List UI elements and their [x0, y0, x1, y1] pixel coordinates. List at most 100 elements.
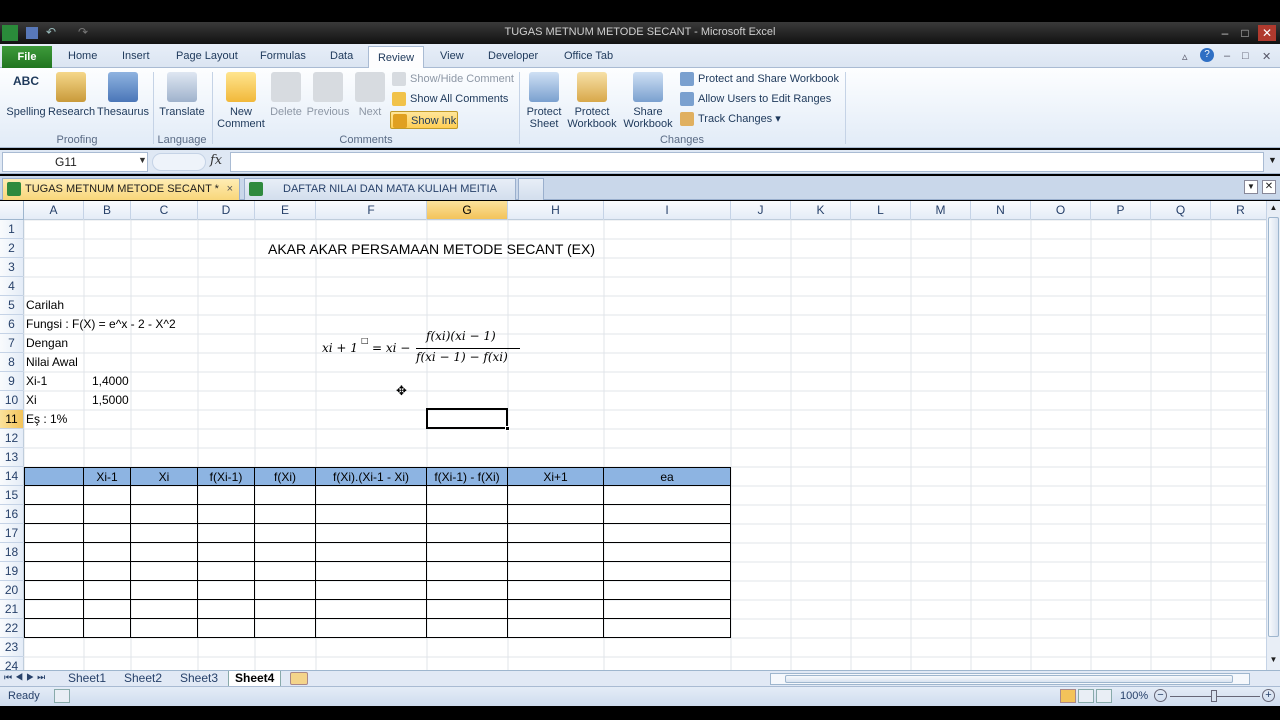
- new-comment-button[interactable]: New Comment: [216, 72, 266, 130]
- help-icon[interactable]: ?: [1200, 48, 1214, 62]
- zoom-slider-thumb[interactable]: [1211, 690, 1217, 702]
- table-cell[interactable]: [508, 505, 604, 524]
- table-cell[interactable]: [131, 600, 198, 619]
- research-button[interactable]: Research: [48, 72, 95, 118]
- tab-developer[interactable]: Developer: [488, 50, 538, 62]
- table-cell[interactable]: [255, 524, 316, 543]
- table-cell[interactable]: [84, 562, 131, 581]
- doc-minimize-icon[interactable]: –: [1224, 50, 1230, 62]
- show-all-comments-button[interactable]: Show All Comments: [390, 90, 508, 108]
- table-header-cell[interactable]: ea: [604, 467, 731, 486]
- scroll-up-icon[interactable]: ▲: [1268, 203, 1279, 215]
- table-cell[interactable]: [255, 543, 316, 562]
- tab-home[interactable]: Home: [68, 50, 97, 62]
- table-cell[interactable]: [508, 543, 604, 562]
- table-cell[interactable]: [255, 600, 316, 619]
- sheet-tab-sheet1[interactable]: Sheet1: [62, 671, 112, 687]
- tab-insert[interactable]: Insert: [122, 50, 150, 62]
- name-box-dropdown-icon[interactable]: ▼: [138, 155, 147, 165]
- table-cell[interactable]: [316, 543, 427, 562]
- maximize-icon[interactable]: □: [1236, 25, 1254, 41]
- table-cell[interactable]: [24, 543, 84, 562]
- table-cell[interactable]: [316, 600, 427, 619]
- doc-close-icon[interactable]: ✕: [1262, 50, 1271, 63]
- table-cell[interactable]: [427, 600, 508, 619]
- selected-cell-g11[interactable]: [426, 408, 508, 429]
- horizontal-scrollbar[interactable]: [770, 673, 1250, 685]
- share-workbook-button[interactable]: Share Workbook: [620, 72, 676, 130]
- horizontal-scroll-thumb[interactable]: [785, 675, 1233, 683]
- sheet-nav-icons[interactable]: ⏮◀▶⏭: [4, 672, 48, 683]
- zoom-in-icon[interactable]: +: [1262, 689, 1275, 702]
- insert-function-icon[interactable]: fx: [210, 153, 222, 168]
- formula-input[interactable]: [230, 152, 1264, 172]
- table-cell[interactable]: [131, 524, 198, 543]
- tab-formulas[interactable]: Formulas: [260, 50, 306, 62]
- table-cell[interactable]: [24, 581, 84, 600]
- table-cell[interactable]: [198, 619, 255, 638]
- table-header-cell[interactable]: f(Xi-1): [198, 467, 255, 486]
- table-cell[interactable]: [131, 562, 198, 581]
- cell-a5[interactable]: Carilah: [26, 298, 64, 312]
- translate-button[interactable]: Translate: [156, 72, 208, 118]
- table-cell[interactable]: [604, 486, 731, 505]
- thesaurus-button[interactable]: Thesaurus: [96, 72, 150, 118]
- cell-a8[interactable]: Nilai Awal: [26, 355, 78, 369]
- table-cell[interactable]: [508, 600, 604, 619]
- table-cell[interactable]: [84, 619, 131, 638]
- close-icon[interactable]: ✕: [1258, 25, 1276, 41]
- table-cell[interactable]: [604, 543, 731, 562]
- tab-list-dropdown-icon[interactable]: ▼: [1244, 180, 1258, 194]
- table-cell[interactable]: [427, 524, 508, 543]
- sheet-tab-sheet4[interactable]: Sheet4: [228, 671, 282, 687]
- table-cell[interactable]: [316, 505, 427, 524]
- table-cell[interactable]: [198, 524, 255, 543]
- table-cell[interactable]: [427, 619, 508, 638]
- table-cell[interactable]: [84, 524, 131, 543]
- table-header-cell[interactable]: f(Xi-1) - f(Xi): [427, 467, 508, 486]
- table-cell[interactable]: [255, 486, 316, 505]
- tab-data[interactable]: Data: [330, 50, 353, 62]
- tab-view[interactable]: View: [440, 50, 464, 62]
- zoom-out-icon[interactable]: −: [1154, 689, 1167, 702]
- delete-comment-button[interactable]: Delete: [266, 72, 306, 118]
- tab-page-layout[interactable]: Page Layout: [176, 50, 238, 62]
- table-cell[interactable]: [84, 581, 131, 600]
- table-cell[interactable]: [24, 619, 84, 638]
- cell-a11[interactable]: Eş : 1%: [26, 412, 67, 426]
- table-cell[interactable]: [427, 486, 508, 505]
- table-header-cell[interactable]: f(Xi): [255, 467, 316, 486]
- close-all-tabs-icon[interactable]: ✕: [1262, 180, 1276, 194]
- table-cell[interactable]: [508, 562, 604, 581]
- normal-view-icon[interactable]: [1060, 689, 1076, 703]
- table-cell[interactable]: [198, 505, 255, 524]
- table-cell[interactable]: [604, 505, 731, 524]
- table-cell[interactable]: [131, 619, 198, 638]
- cell-a10[interactable]: Xi: [26, 393, 37, 407]
- track-changes-button[interactable]: Track Changes ▾: [678, 110, 781, 128]
- protect-share-workbook-button[interactable]: Protect and Share Workbook: [678, 70, 839, 88]
- close-tab-icon[interactable]: ×: [227, 179, 233, 199]
- table-cell[interactable]: [24, 505, 84, 524]
- table-cell[interactable]: [84, 505, 131, 524]
- next-comment-button[interactable]: Next: [352, 72, 388, 118]
- spelling-button[interactable]: ABC Spelling: [4, 72, 48, 118]
- insert-sheet-icon[interactable]: [290, 672, 308, 685]
- zoom-level[interactable]: 100%: [1120, 690, 1148, 702]
- table-header-cell[interactable]: Xi-1: [84, 467, 131, 486]
- table-cell[interactable]: [316, 581, 427, 600]
- page-layout-view-icon[interactable]: [1078, 689, 1094, 703]
- table-cell[interactable]: [255, 581, 316, 600]
- table-cell[interactable]: [316, 524, 427, 543]
- workbook-tab-active[interactable]: TUGAS METNUM METODE SECANT * ×: [2, 178, 240, 200]
- table-cell[interactable]: [131, 505, 198, 524]
- table-cell[interactable]: [131, 543, 198, 562]
- table-cell[interactable]: [24, 524, 84, 543]
- previous-comment-button[interactable]: Previous: [306, 72, 350, 118]
- secant-formula-equation[interactable]: xi + 1 □ = xi − f(xi)(xi − 1) f(xi − 1) …: [322, 329, 522, 369]
- table-cell[interactable]: [427, 505, 508, 524]
- cell-b9[interactable]: 1,4000: [92, 374, 129, 388]
- table-cell[interactable]: [604, 562, 731, 581]
- sheet-tab-sheet2[interactable]: Sheet2: [118, 671, 168, 687]
- workbook-tab[interactable]: DAFTAR NILAI DAN MATA KULIAH MEITIA: [244, 178, 516, 200]
